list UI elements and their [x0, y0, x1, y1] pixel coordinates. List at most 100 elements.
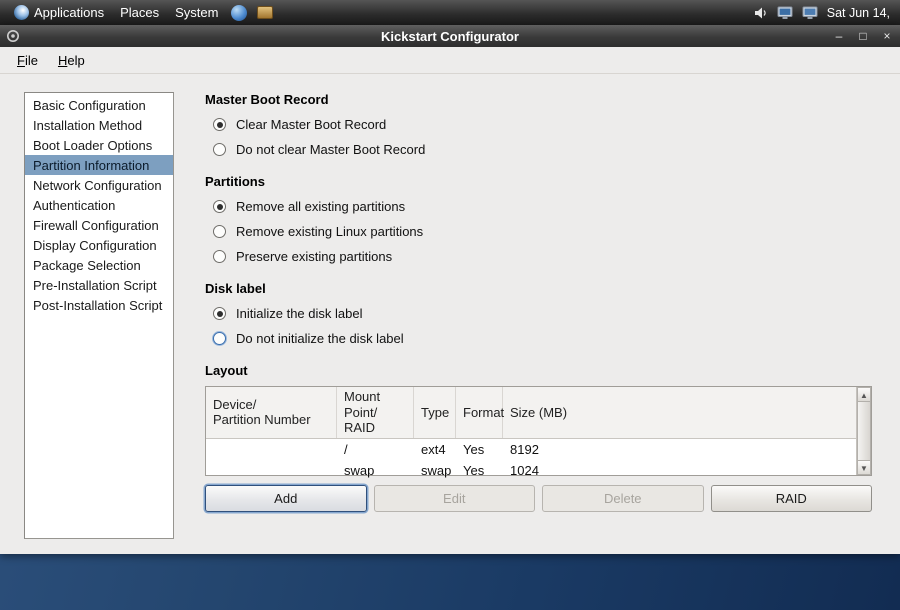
table-row[interactable]: / ext4 Yes 8192 — [206, 439, 856, 460]
radio-do-not-initialize-disk-label[interactable]: Do not initialize the disk label — [213, 331, 872, 346]
monitor-icon — [777, 6, 793, 20]
radio-preserve-partitions[interactable]: Preserve existing partitions — [213, 249, 872, 264]
sidebar-item-installation-method[interactable]: Installation Method — [25, 115, 173, 135]
sidebar-item-network-configuration[interactable]: Network Configuration — [25, 175, 173, 195]
titlebar[interactable]: Kickstart Configurator – □ × — [0, 25, 900, 47]
radio-label: Clear Master Boot Record — [236, 117, 386, 132]
table-scrollbar[interactable]: ▲ ▼ — [856, 387, 871, 475]
cell-format: Yes — [456, 439, 503, 460]
help-menu-label: Help — [58, 53, 85, 68]
sidebar-item-boot-loader-options[interactable]: Boot Loader Options — [25, 135, 173, 155]
applications-menu-label: Applications — [34, 5, 104, 20]
add-button[interactable]: Add — [205, 485, 367, 512]
window-title: Kickstart Configurator — [0, 29, 900, 44]
radio-unselected-icon — [213, 143, 226, 156]
scroll-down-icon[interactable]: ▼ — [857, 460, 871, 475]
radio-clear-mbr[interactable]: Clear Master Boot Record — [213, 117, 872, 132]
session-indicator[interactable] — [802, 6, 818, 20]
file-menu-label: File — [17, 53, 38, 68]
display-indicator[interactable] — [777, 6, 793, 20]
radio-selected-icon — [213, 307, 226, 320]
col-device-partition-number[interactable]: Device/ Partition Number — [206, 387, 337, 438]
radio-remove-all-partitions[interactable]: Remove all existing partitions — [213, 199, 872, 214]
table-row[interactable]: swap swap Yes 1024 — [206, 460, 856, 481]
section-master-boot-record: Master Boot Record Clear Master Boot Rec… — [205, 92, 872, 157]
sidebar-item-pre-installation-script[interactable]: Pre-Installation Script — [25, 275, 173, 295]
radio-do-not-clear-mbr[interactable]: Do not clear Master Boot Record — [213, 142, 872, 157]
window-app-icon — [6, 29, 20, 43]
cell-size: 8192 — [503, 439, 856, 460]
edit-button[interactable]: Edit — [374, 485, 536, 512]
section-disk-label: Disk label Initialize the disk label Do … — [205, 281, 872, 346]
radio-label: Initialize the disk label — [236, 306, 362, 321]
partition-information-pane: Master Boot Record Clear Master Boot Rec… — [205, 92, 872, 554]
sidebar-item-package-selection[interactable]: Package Selection — [25, 255, 173, 275]
top-panel: Applications Places System — [0, 0, 900, 25]
raid-button[interactable]: RAID — [711, 485, 873, 512]
col-size-mb[interactable]: Size (MB) — [503, 387, 856, 438]
speaker-icon — [754, 6, 768, 20]
places-menu[interactable]: Places — [112, 0, 167, 25]
distro-logo-icon — [14, 5, 29, 20]
sidebar-item-display-configuration[interactable]: Display Configuration — [25, 235, 173, 255]
monitor-icon — [802, 6, 818, 20]
minimize-icon[interactable]: – — [832, 30, 846, 42]
system-menu[interactable]: System — [167, 0, 226, 25]
radio-remove-linux-partitions[interactable]: Remove existing Linux partitions — [213, 224, 872, 239]
radio-label: Preserve existing partitions — [236, 249, 392, 264]
radio-label: Remove existing Linux partitions — [236, 224, 423, 239]
close-icon[interactable]: × — [880, 30, 894, 42]
kickstart-configurator-window: Kickstart Configurator – □ × File Help B… — [0, 25, 900, 554]
volume-indicator[interactable] — [754, 6, 768, 20]
web-browser-icon — [231, 5, 247, 21]
cell-format: Yes — [456, 460, 503, 481]
window-content: Basic Configuration Installation Method … — [0, 74, 900, 554]
help-menu[interactable]: Help — [49, 49, 94, 72]
cell-type: ext4 — [414, 439, 456, 460]
system-menu-label: System — [175, 5, 218, 20]
cell-type: swap — [414, 460, 456, 481]
sidebar-item-authentication[interactable]: Authentication — [25, 195, 173, 215]
cell-device — [206, 460, 337, 481]
section-title-layout: Layout — [205, 363, 872, 378]
section-title-mbr: Master Boot Record — [205, 92, 872, 107]
section-partitions: Partitions Remove all existing partition… — [205, 174, 872, 264]
partition-table: Device/ Partition Number Mount Point/ RA… — [205, 386, 872, 476]
radio-initialize-disk-label[interactable]: Initialize the disk label — [213, 306, 872, 321]
delete-button[interactable]: Delete — [542, 485, 704, 512]
file-menu[interactable]: File — [8, 49, 47, 72]
web-browser-launcher[interactable] — [226, 5, 252, 21]
sidebar: Basic Configuration Installation Method … — [24, 92, 174, 539]
menubar: File Help — [0, 47, 900, 74]
radio-unselected-icon — [213, 250, 226, 263]
table-actions: Add Edit Delete RAID — [205, 485, 872, 512]
radio-label: Remove all existing partitions — [236, 199, 405, 214]
cell-mount: swap — [337, 460, 414, 481]
cell-size: 1024 — [503, 460, 856, 481]
col-format[interactable]: Format — [456, 387, 503, 438]
table-header-row: Device/ Partition Number Mount Point/ RA… — [206, 387, 856, 439]
radio-label: Do not initialize the disk label — [236, 331, 404, 346]
section-title-partitions: Partitions — [205, 174, 872, 189]
sidebar-item-basic-configuration[interactable]: Basic Configuration — [25, 95, 173, 115]
radio-unselected-icon — [213, 332, 226, 345]
col-mount-point-raid[interactable]: Mount Point/ RAID — [337, 387, 414, 438]
scroll-up-icon[interactable]: ▲ — [857, 387, 871, 402]
sidebar-item-firewall-configuration[interactable]: Firewall Configuration — [25, 215, 173, 235]
radio-selected-icon — [213, 200, 226, 213]
cell-device — [206, 439, 337, 460]
software-launcher[interactable] — [252, 6, 278, 19]
scrollbar-thumb[interactable] — [857, 402, 871, 460]
section-layout: Layout Device/ Partition Number Mount Po… — [205, 363, 872, 512]
clock[interactable]: Sat Jun 14, — [827, 6, 890, 20]
package-box-icon — [257, 6, 273, 19]
places-menu-label: Places — [120, 5, 159, 20]
maximize-icon[interactable]: □ — [856, 30, 870, 42]
sidebar-item-post-installation-script[interactable]: Post-Installation Script — [25, 295, 173, 315]
radio-unselected-icon — [213, 225, 226, 238]
cell-mount: / — [337, 439, 414, 460]
section-title-disk-label: Disk label — [205, 281, 872, 296]
applications-menu[interactable]: Applications — [6, 0, 112, 25]
col-type[interactable]: Type — [414, 387, 456, 438]
sidebar-item-partition-information[interactable]: Partition Information — [25, 155, 173, 175]
